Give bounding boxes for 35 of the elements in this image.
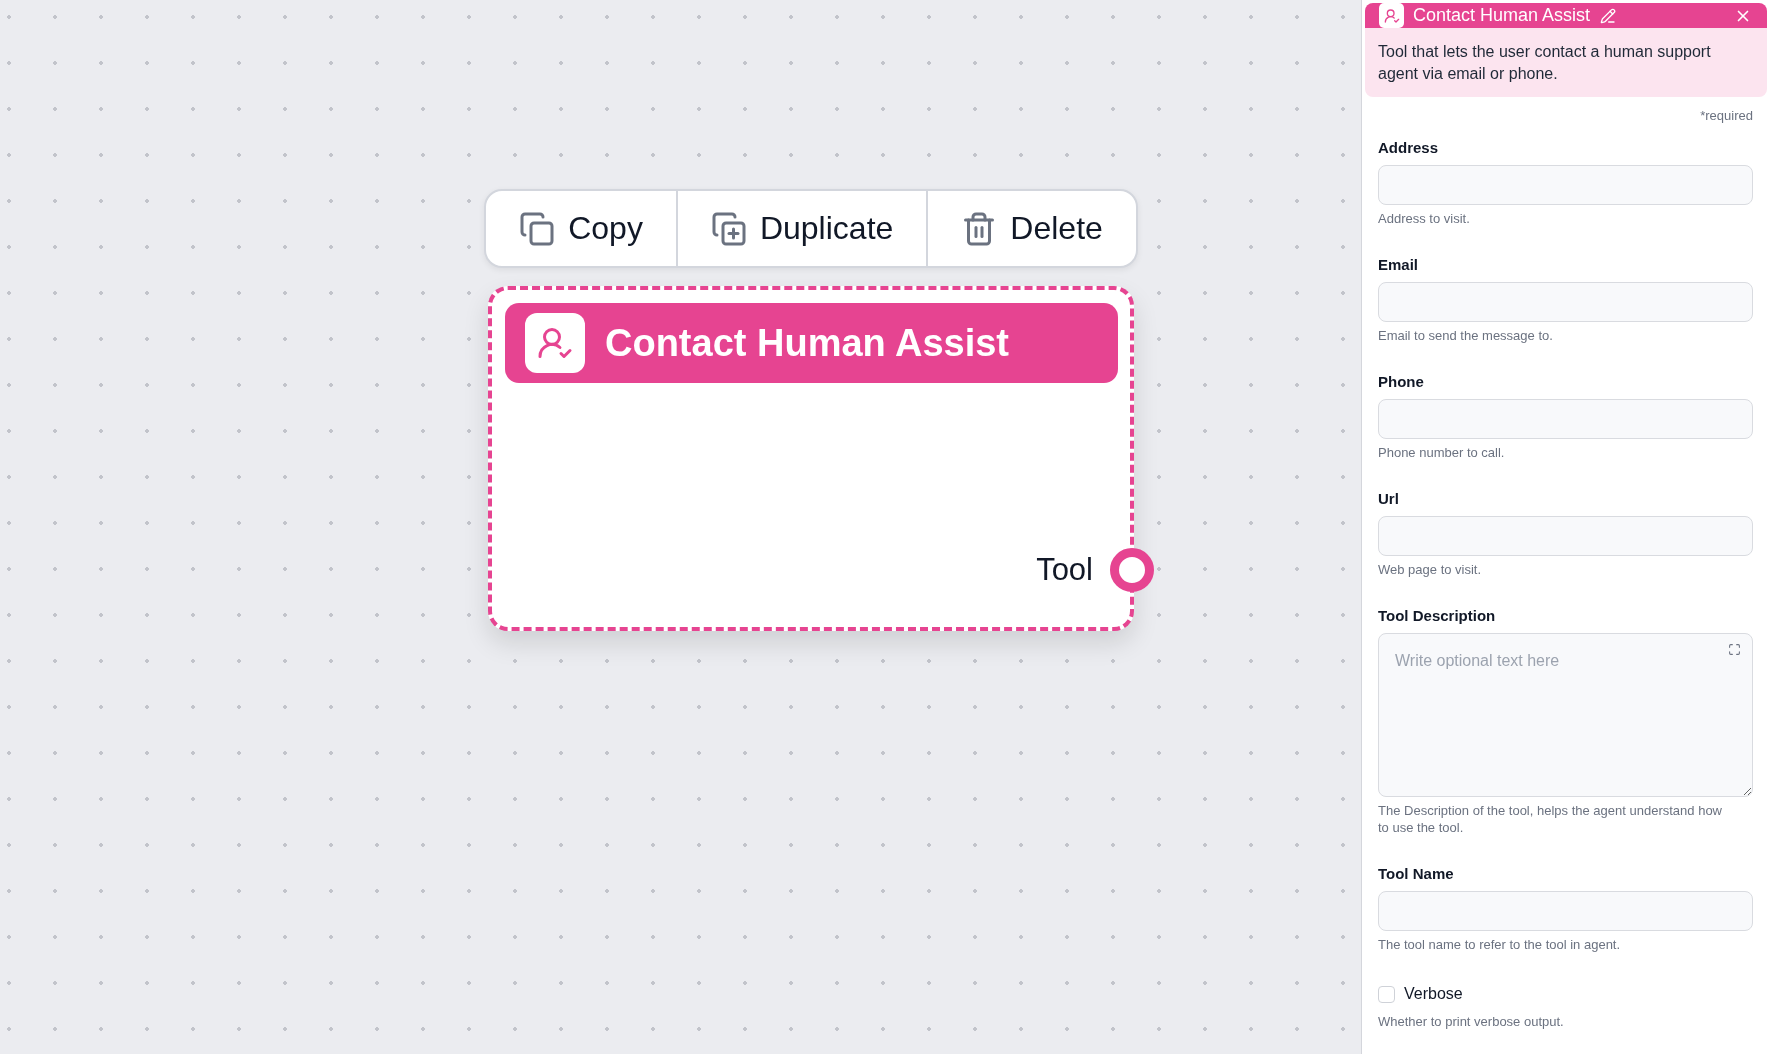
copy-plus-icon (710, 210, 747, 247)
checkbox-label: Verbose (1404, 985, 1463, 1003)
output-label: Tool (1036, 552, 1093, 588)
input-field[interactable] (1378, 282, 1753, 322)
field-label: Tool Name (1378, 864, 1454, 884)
copy-icon (519, 210, 556, 247)
textarea-field[interactable]: Write optional text here (1378, 633, 1753, 797)
field-label: Address (1378, 138, 1439, 158)
panel-title: Contact Human Assist (1413, 5, 1591, 26)
field-help: Whether to print verbose output. (1378, 1013, 1565, 1030)
field-help: Address to visit. (1378, 210, 1471, 227)
output-handle[interactable] (1110, 548, 1154, 592)
field-help: Phone number to call. (1378, 444, 1506, 461)
user-check-icon (525, 313, 585, 373)
field-help: Web page to visit. (1378, 561, 1483, 578)
duplicate-button[interactable]: Duplicate (675, 191, 927, 266)
delete-button[interactable]: Delete (926, 191, 1136, 266)
field-label: Url (1378, 489, 1399, 509)
checkbox[interactable] (1378, 985, 1395, 1003)
input-field[interactable] (1378, 891, 1753, 931)
field-label: Tool Description (1378, 606, 1496, 626)
field-help: The tool name to refer to the tool in agent. (1378, 936, 1622, 953)
input-field[interactable] (1378, 399, 1753, 439)
field-help: The Description of the tool, helps the agent understand how to use the tool. (1378, 802, 1723, 836)
input-field[interactable] (1378, 165, 1753, 205)
expand-icon[interactable] (1728, 643, 1741, 656)
field-help: Email to send the message to. (1378, 327, 1554, 344)
copy-button[interactable]: Copy (486, 191, 676, 266)
node-title: Contact Human Assist (605, 321, 1009, 365)
field-label: Email (1378, 255, 1419, 275)
input-field[interactable] (1378, 516, 1753, 556)
required-note: *required (1700, 108, 1753, 124)
pencil-icon[interactable] (1600, 7, 1617, 24)
panel-description: Tool that lets the user contact a human support agent via email or phone. (1365, 28, 1767, 97)
field-label: Phone (1378, 372, 1424, 392)
